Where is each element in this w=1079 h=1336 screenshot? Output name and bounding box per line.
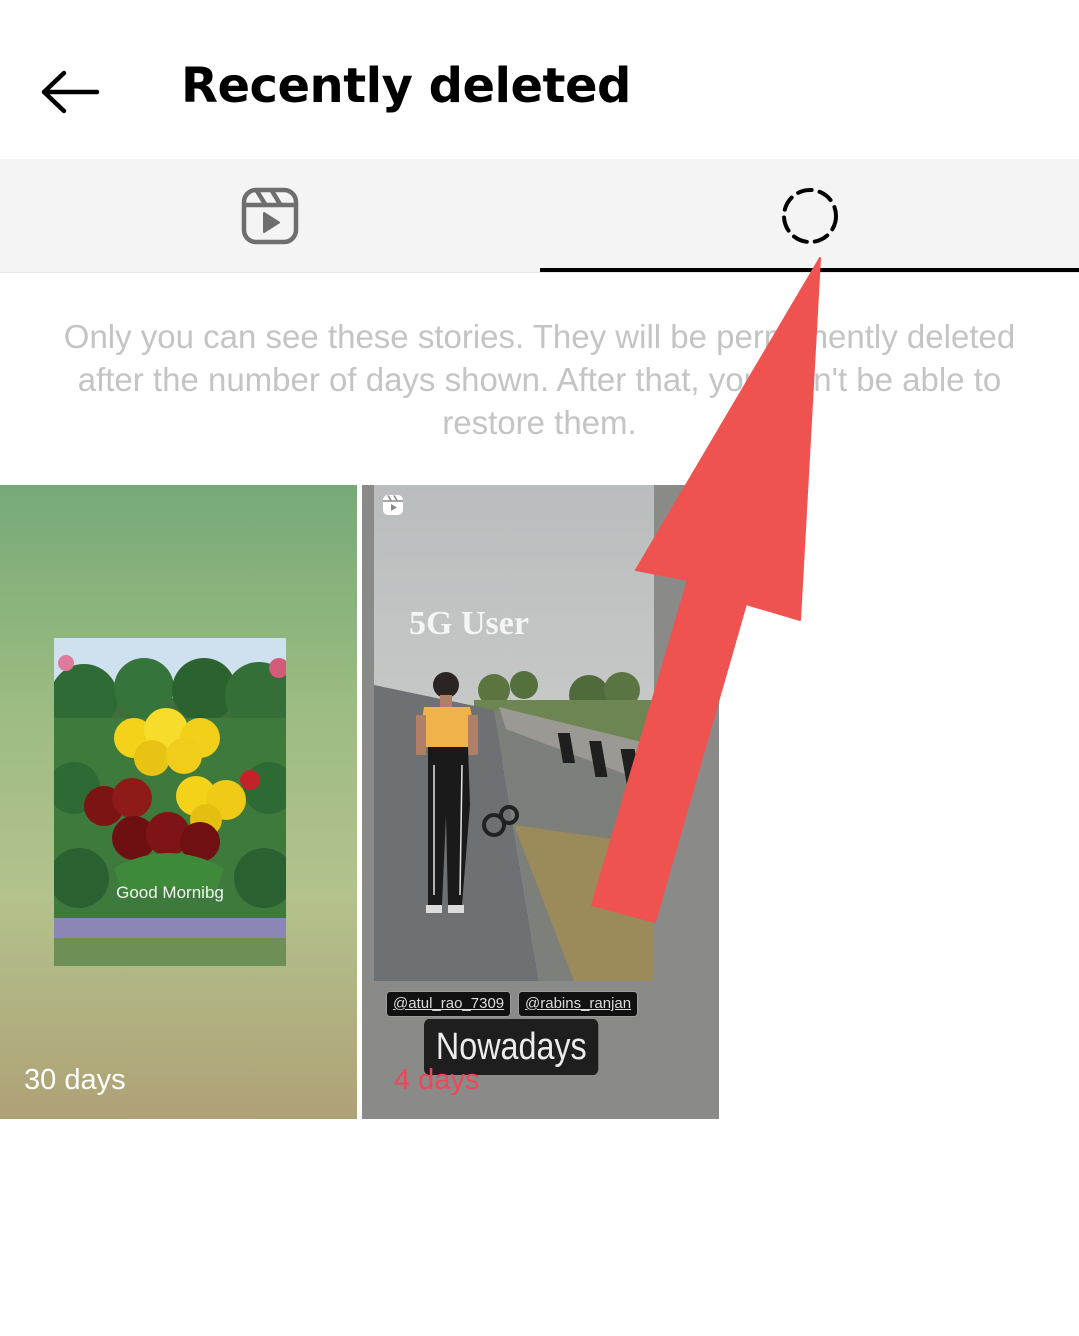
back-button[interactable]: [30, 60, 110, 124]
days-remaining-label: 30 days: [24, 1064, 126, 1096]
story-thumbnail-2[interactable]: 5G User @atul_rao_7309 @rabins_ranjan No…: [362, 485, 719, 1119]
stories-grid: Good Mornibg 30 days 5G User @atul_rao_7…: [0, 485, 1079, 1119]
flower-caption: Good Mornibg: [116, 883, 224, 902]
mention-tag: @rabins_ranjan: [518, 991, 639, 1017]
story-thumbnail-1[interactable]: Good Mornibg 30 days: [0, 485, 357, 1119]
story-photo: 5G User: [374, 485, 654, 981]
reels-icon: [383, 495, 403, 515]
overlay-title: 5G User: [409, 605, 529, 642]
info-text: Only you can see these stories. They wil…: [63, 318, 1016, 441]
header: Recently deleted: [0, 0, 1079, 160]
flower-image: Good Mornibg: [54, 638, 286, 966]
tab-stories[interactable]: [540, 159, 1079, 273]
mention-tag: @atul_rao_7309: [386, 991, 512, 1017]
tab-selected-indicator: [540, 268, 1079, 272]
stories-dashed-circle-icon: [782, 188, 838, 244]
arrow-left-icon: [41, 70, 100, 114]
page-title: Recently deleted: [181, 58, 631, 114]
reels-icon: [241, 187, 299, 245]
tab-reels[interactable]: [0, 159, 540, 273]
tab-bar: [0, 159, 1079, 273]
days-remaining-label: 4 days: [394, 1064, 480, 1096]
